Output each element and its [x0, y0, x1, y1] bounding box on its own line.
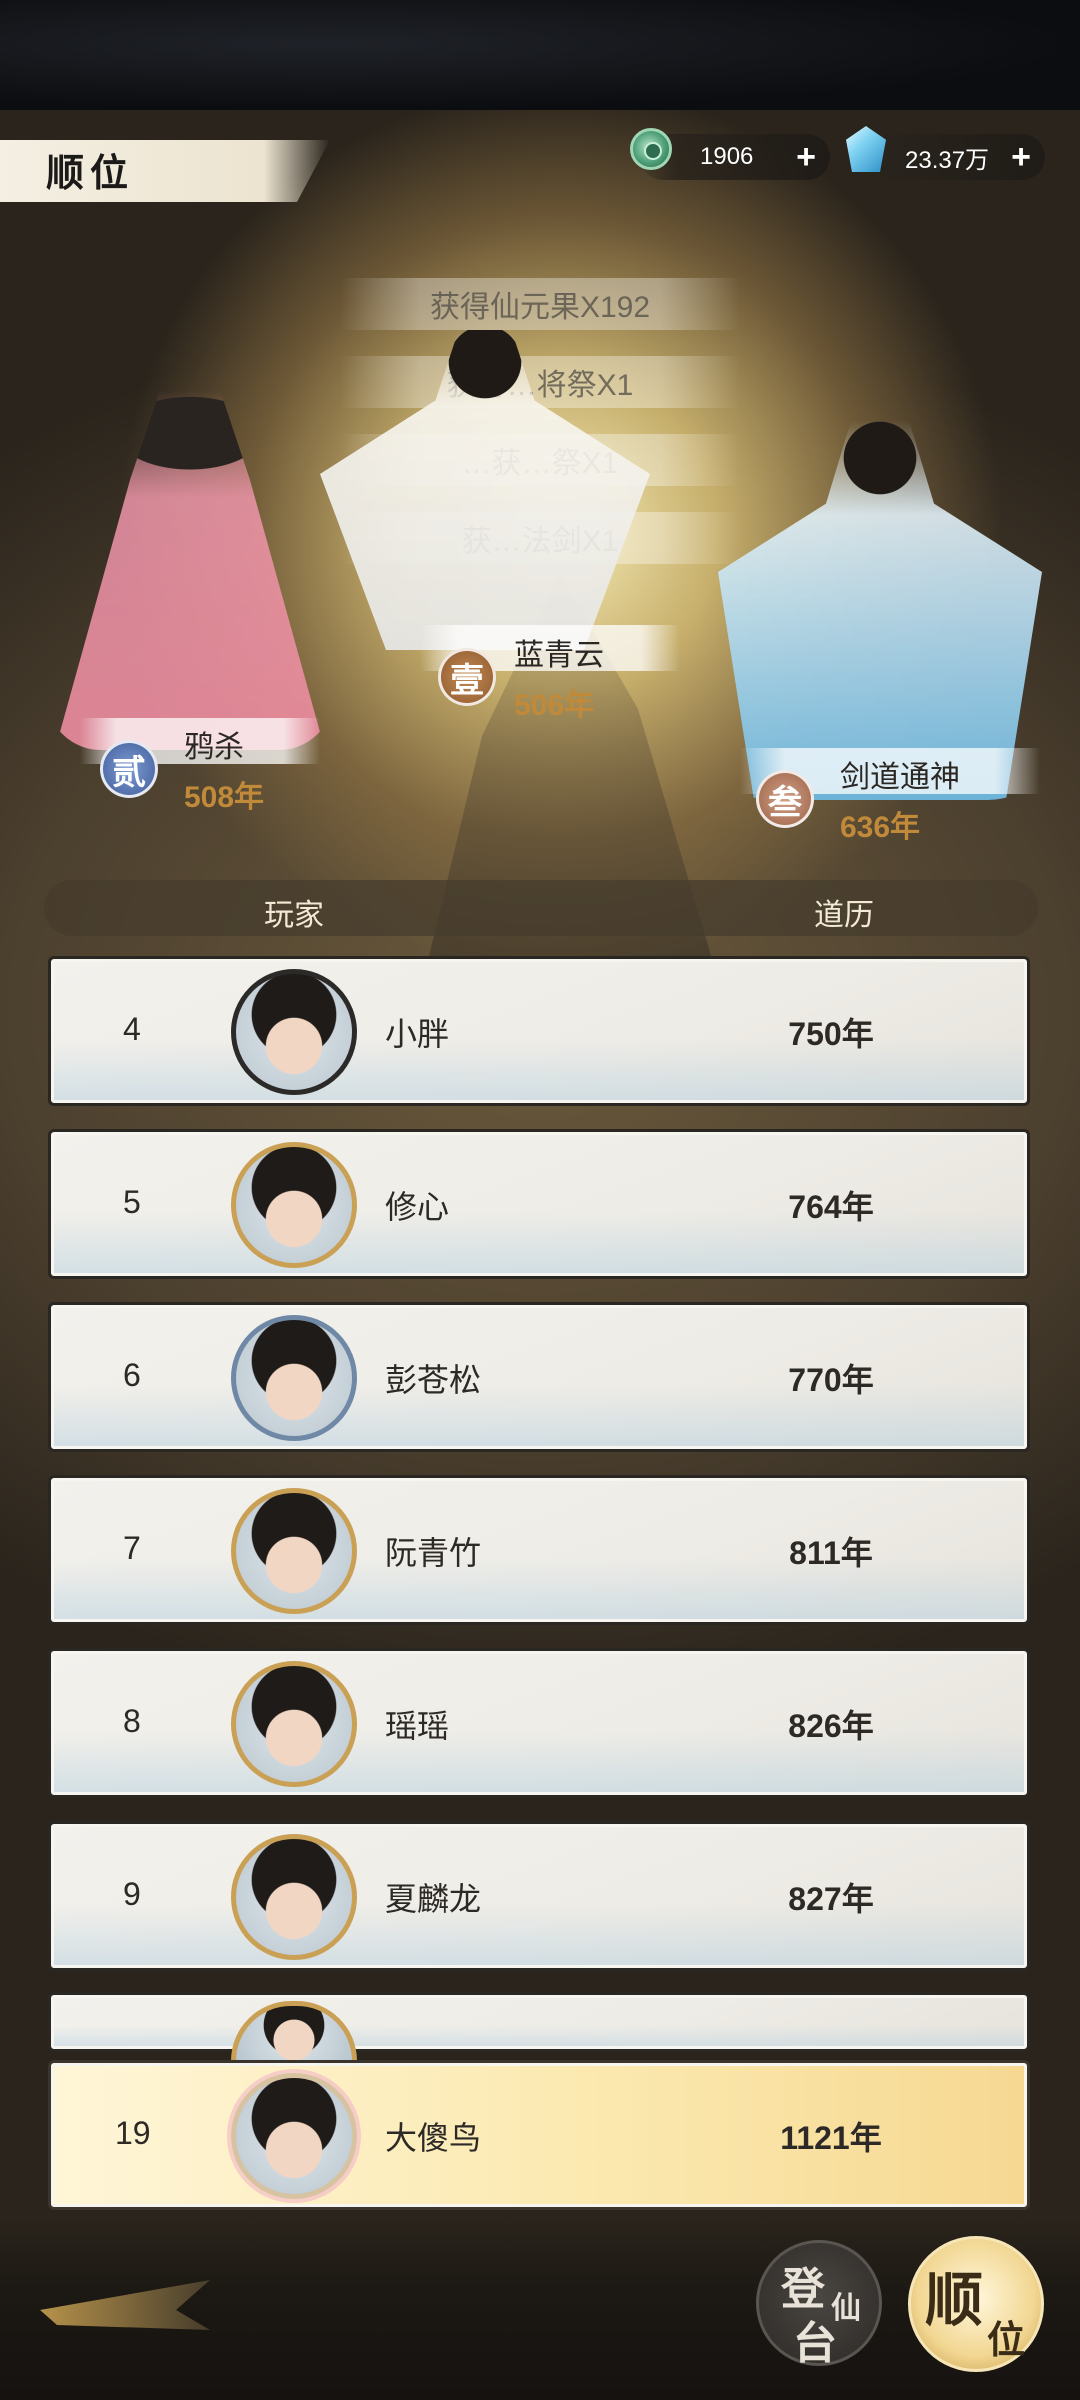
row-years: 770年: [788, 1362, 874, 1398]
table-row-partial[interactable]: [48, 1992, 1030, 2061]
row-years: 750年: [788, 1016, 874, 1052]
status-bar-area: [0, 0, 1080, 110]
row-player-name: 修心: [385, 1189, 450, 1225]
ranking-table-header: 玩家 道历: [44, 880, 1038, 936]
podium-first-name: 蓝青云: [514, 639, 604, 672]
table-row[interactable]: 8 瑶瑶 826年: [48, 1648, 1030, 1798]
self-player-name: 大傻鸟: [385, 2120, 482, 2156]
row-years: 811年: [789, 1535, 873, 1571]
row-player-name: 小胖: [385, 1016, 450, 1052]
avatar[interactable]: [231, 1142, 357, 1268]
tab-char: 位: [987, 2320, 1026, 2362]
shunwei-tab-button[interactable]: 顺 位: [908, 2236, 1044, 2372]
rank-one-seal: 壹: [438, 648, 496, 706]
row-rank: 7: [123, 1530, 141, 1566]
avatar[interactable]: [231, 1315, 357, 1441]
row-years: 826年: [788, 1708, 874, 1744]
row-rank: 6: [123, 1357, 141, 1393]
podium-second-years: 508年: [184, 781, 265, 814]
row-years: 764年: [788, 1189, 874, 1225]
podium-third-years: 636年: [840, 811, 921, 844]
table-row[interactable]: 4 小胖 750年: [48, 956, 1030, 1106]
avatar[interactable]: [231, 2001, 357, 2061]
jade-amount: 1906: [700, 143, 754, 170]
avatar[interactable]: [231, 1661, 357, 1787]
tab-char: 顺: [925, 2268, 984, 2333]
dengxiantai-tab-button[interactable]: 登 仙 台: [756, 2240, 882, 2368]
rank-two-seal: 贰: [100, 740, 158, 798]
row-rank: 8: [123, 1703, 141, 1739]
row-player-name: 夏麟龙: [385, 1881, 482, 1917]
self-rank: 19: [115, 2115, 151, 2151]
add-jade-button[interactable]: +: [796, 138, 816, 177]
avatar[interactable]: [231, 2073, 357, 2199]
add-gem-button[interactable]: +: [1011, 138, 1031, 177]
row-rank: 9: [123, 1876, 141, 1912]
rank-three-seal: 叁: [756, 770, 814, 828]
row-years: 827年: [788, 1881, 874, 1917]
table-row[interactable]: 9 夏麟龙 827年: [48, 1821, 1030, 1971]
jade-coin-icon: [630, 128, 672, 170]
tab-char: 台: [793, 2319, 837, 2368]
row-player-name: 阮青竹: [385, 1535, 482, 1571]
page-title: 顺位: [46, 153, 135, 195]
podium-third-name: 剑道通神: [840, 761, 960, 794]
row-player-name: 彭苍松: [385, 1362, 482, 1398]
row-rank: 5: [123, 1184, 141, 1220]
avatar[interactable]: [231, 1834, 357, 1960]
table-row[interactable]: 5 修心 764年: [48, 1129, 1030, 1279]
avatar[interactable]: [231, 969, 357, 1095]
avatar[interactable]: [231, 1488, 357, 1614]
podium-second-name: 鸦杀: [184, 731, 244, 764]
reward-line: 获得仙元果X192: [340, 278, 740, 330]
gem-amount: 23.37万: [905, 146, 990, 174]
self-years: 1121年: [780, 2120, 882, 2156]
row-rank: 4: [123, 1011, 141, 1047]
row-player-name: 瑶瑶: [385, 1708, 450, 1744]
table-row[interactable]: 7 阮青竹 811年: [48, 1475, 1030, 1625]
podium-first-years: 506年: [514, 689, 595, 722]
player-column-header: 玩家: [264, 899, 324, 932]
reward-line: 获得…将祭X1: [340, 356, 740, 408]
time-column-header: 道历: [814, 899, 874, 932]
current-player-row[interactable]: 19 大傻鸟 1121年: [48, 2060, 1030, 2210]
table-row[interactable]: 6 彭苍松 770年: [48, 1302, 1030, 1452]
